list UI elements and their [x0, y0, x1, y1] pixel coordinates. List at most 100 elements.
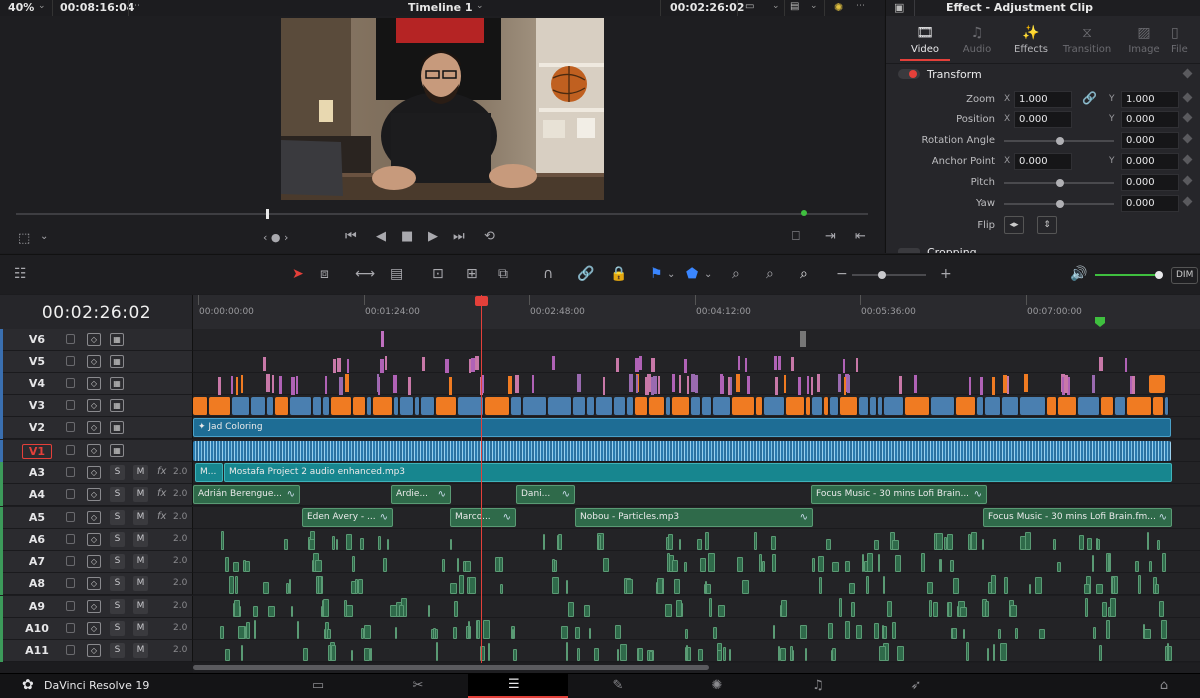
clip[interactable]	[267, 397, 274, 415]
track-name[interactable]: A10	[22, 622, 52, 635]
transform-overlay-icon[interactable]: ⬚	[18, 232, 30, 245]
track-name[interactable]: V2	[22, 421, 52, 434]
yaw-field[interactable]: 0.000	[1121, 195, 1179, 212]
audio-clip[interactable]	[1138, 575, 1141, 594]
clip[interactable]	[687, 376, 689, 394]
audio-clip[interactable]	[453, 627, 457, 639]
audio-clip[interactable]	[831, 650, 833, 661]
v1-clips[interactable]	[193, 441, 1171, 461]
zoom-x-field[interactable]: 1.000	[1014, 91, 1072, 108]
audio-clip[interactable]	[685, 629, 688, 639]
audio-clip[interactable]	[921, 553, 925, 572]
lock-icon[interactable]	[66, 356, 75, 366]
audio-clip[interactable]	[617, 649, 619, 661]
zoom-out-button[interactable]: −	[836, 266, 848, 282]
clip[interactable]	[728, 377, 730, 395]
media-icon[interactable]: ▭	[298, 678, 338, 693]
audio-clip[interactable]: Adrián Berengue... ∿	[193, 485, 300, 504]
solo-button[interactable]: S	[110, 576, 125, 591]
clip[interactable]	[367, 397, 372, 415]
audio-clip[interactable]	[327, 629, 331, 639]
auto-select-icon[interactable]: ◇	[87, 622, 101, 635]
track-fx-label[interactable]: fx	[157, 511, 166, 522]
track-name[interactable]: A3	[22, 466, 52, 479]
audio-clip[interactable]	[897, 646, 904, 661]
lock-icon[interactable]	[66, 534, 75, 544]
audio-clip[interactable]	[303, 648, 308, 661]
clip[interactable]	[645, 377, 649, 395]
flip-vertical-icon[interactable]: ⇕	[1037, 216, 1057, 234]
chevron-down-icon[interactable]: ⌄	[667, 269, 675, 280]
transform-toggle[interactable]	[898, 69, 920, 79]
audio-clip[interactable]	[705, 532, 709, 550]
audio-clip[interactable]	[773, 625, 775, 639]
lock-icon[interactable]	[66, 467, 75, 477]
playhead-handle[interactable]	[475, 296, 488, 306]
lock-icon[interactable]	[66, 378, 75, 388]
clip[interactable]	[843, 359, 845, 373]
audio-clip[interactable]	[708, 553, 715, 572]
audio-clip[interactable]	[284, 539, 288, 550]
clip[interactable]	[736, 374, 740, 392]
track-lane-a4[interactable]: Adrián Berengue... ∿ Ardie... ∿ Dani... ∿ Focu…	[193, 484, 1200, 506]
audio-clip[interactable]	[679, 539, 681, 550]
audio-clip[interactable]	[1162, 553, 1166, 572]
audio-clip[interactable]: Ardie... ∿	[391, 485, 451, 504]
keyframe-icon[interactable]	[1182, 68, 1193, 79]
audio-clip[interactable]	[1097, 539, 1100, 550]
audio-clip[interactable]	[818, 556, 824, 572]
audio-clip[interactable]	[759, 554, 762, 572]
solo-button[interactable]: S	[110, 621, 125, 636]
clip[interactable]	[800, 331, 806, 347]
clip[interactable]	[614, 397, 626, 415]
clip[interactable]	[394, 397, 399, 415]
track-lane-v3[interactable]	[193, 395, 1200, 417]
audio-clip[interactable]	[1099, 645, 1102, 661]
fairlight-icon[interactable]: ♫	[798, 678, 838, 693]
audio-clip[interactable]	[993, 644, 995, 661]
track-lane-a9[interactable]	[193, 596, 1200, 618]
clip[interactable]	[385, 356, 387, 370]
audio-clip[interactable]	[457, 558, 459, 572]
audio-clip[interactable]	[220, 626, 224, 639]
audio-clip[interactable]	[495, 557, 500, 572]
track-name[interactable]: A8	[22, 577, 52, 590]
chevron-down-icon[interactable]: ⌄	[38, 1, 46, 11]
track-lane-v6[interactable]	[193, 329, 1200, 351]
clip[interactable]	[616, 358, 619, 372]
position-y-field[interactable]: 0.000	[1121, 111, 1179, 128]
clip[interactable]	[636, 375, 638, 393]
clip[interactable]	[1153, 397, 1164, 415]
clip[interactable]	[515, 375, 519, 393]
track-header-v3[interactable]: V3 ◇ ▦	[0, 395, 193, 417]
audio-clip[interactable]	[668, 534, 673, 550]
clip[interactable]	[577, 374, 581, 392]
audio-clip[interactable]	[468, 621, 470, 639]
audio-clip[interactable]	[323, 599, 329, 617]
audio-clip[interactable]	[674, 579, 680, 594]
position-x-field[interactable]: 0.000	[1014, 111, 1072, 128]
audio-clip[interactable]	[233, 562, 239, 572]
audio-clip[interactable]	[709, 598, 712, 617]
clip[interactable]	[806, 397, 811, 415]
tab-video[interactable]: 🎞 Video	[900, 22, 950, 61]
clip[interactable]	[635, 397, 648, 415]
audio-clip[interactable]	[1167, 643, 1169, 661]
clip[interactable]	[1020, 397, 1046, 415]
solo-button[interactable]: S	[110, 487, 125, 502]
clip[interactable]	[241, 375, 243, 393]
video-frame[interactable]	[281, 18, 604, 200]
clip[interactable]	[380, 359, 384, 373]
track-header-a5[interactable]: A5 ◇ S Mfx 2.0	[0, 507, 193, 529]
anchor-x-field[interactable]: 0.000	[1014, 153, 1072, 170]
track-header-v6[interactable]: V6 ◇ ▦	[0, 329, 193, 351]
audio-clip[interactable]	[1087, 538, 1092, 550]
auto-select-icon[interactable]: ◇	[87, 533, 101, 546]
clip[interactable]	[272, 375, 274, 393]
auto-select-icon[interactable]: ◇	[87, 377, 101, 390]
auto-select-icon[interactable]: ◇	[87, 399, 101, 412]
auto-select-icon[interactable]: ◇	[87, 577, 101, 590]
audio-clip[interactable]	[1112, 577, 1115, 594]
track-name[interactable]: A11	[22, 644, 52, 657]
clip[interactable]	[596, 397, 613, 415]
